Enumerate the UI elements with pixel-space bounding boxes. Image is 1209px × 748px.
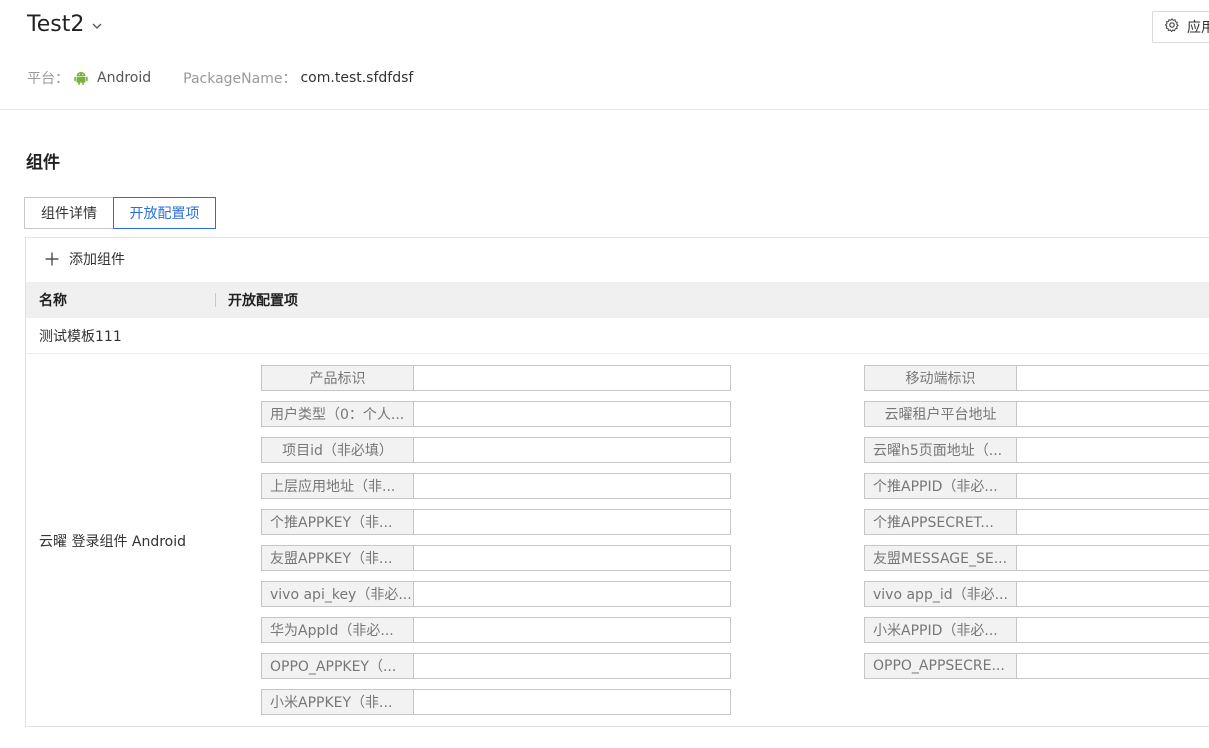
table-row: 测试模板111 (26, 318, 1209, 354)
config-field-label: 云曜h5页面地址（... (864, 437, 1017, 463)
gear-icon (1164, 17, 1179, 36)
config-field-input[interactable] (414, 509, 731, 535)
config-field-label: 产品标识 (261, 365, 414, 391)
package-label: PackageName： (183, 71, 297, 87)
config-field-label: 个推APPSECRET... (864, 509, 1017, 535)
config-field-label: OPPO_APPKEY（... (261, 653, 414, 679)
config-field-label: 项目id（非必填） (261, 437, 414, 463)
config-field: 小米APPID（非必... (864, 617, 1209, 643)
chevron-down-icon (92, 18, 102, 32)
config-field-label: 上层应用地址（非... (261, 473, 414, 499)
config-field-label: 个推APPID（非必... (864, 473, 1017, 499)
config-field-label: 华为AppId（非必... (261, 617, 414, 643)
config-field-input[interactable] (414, 437, 731, 463)
platform-value: Android (97, 70, 152, 86)
config-field: OPPO_APPSECRE... (864, 653, 1209, 679)
app-settings-button[interactable]: 应用 (1152, 11, 1209, 43)
row-name: 云曜 登录组件 Android (39, 534, 187, 550)
config-field: 个推APPID（非必... (864, 473, 1209, 499)
config-field-input[interactable] (414, 653, 731, 679)
config-field-input[interactable] (414, 365, 731, 391)
config-field-input[interactable] (1017, 473, 1209, 499)
config-field: 移动端标识 (864, 365, 1209, 391)
config-field-input[interactable] (414, 545, 731, 571)
config-field: 友盟APPKEY（非... (261, 545, 731, 571)
config-field-label: 小米APPKEY（非... (261, 689, 414, 715)
app-selector[interactable]: Test2 (27, 12, 102, 37)
section-title: 组件 (26, 153, 60, 173)
tab-bar: 组件详情 开放配置项 (24, 197, 216, 229)
config-field: 云曜租户平台地址 (864, 401, 1209, 427)
platform-label: 平台： (27, 71, 69, 87)
config-field: 个推APPKEY（非... (261, 509, 731, 535)
config-field: 上层应用地址（非... (261, 473, 731, 499)
config-field: 小米APPKEY（非... (261, 689, 731, 715)
config-field: 云曜h5页面地址（... (864, 437, 1209, 463)
tab-open-config[interactable]: 开放配置项 (113, 197, 216, 229)
config-field-label: 云曜租户平台地址 (864, 401, 1017, 427)
config-field-input[interactable] (414, 473, 731, 499)
package-value: com.test.sfdfdsf (300, 70, 414, 86)
config-field-label: 个推APPKEY（非... (261, 509, 414, 535)
app-title: Test2 (27, 12, 85, 37)
config-field: 华为AppId（非必... (261, 617, 731, 643)
config-field-label: vivo api_key（非必... (261, 581, 414, 607)
column-header-config: 开放配置项 (228, 293, 298, 309)
component-panel: 添加组件 名称 开放配置项 测试模板111 云曜 登录组件 Android 产品… (25, 237, 1209, 727)
config-field: 友盟MESSAGE_SE... (864, 545, 1209, 571)
config-field: 项目id（非必填） (261, 437, 731, 463)
config-field-label: 用户类型（0：个人... (261, 401, 414, 427)
settings-label: 应用 (1187, 20, 1209, 36)
config-field-label: 移动端标识 (864, 365, 1017, 391)
column-header-name: 名称 (39, 293, 67, 309)
config-field-input[interactable] (1017, 545, 1209, 571)
android-icon (73, 70, 89, 86)
config-field-input[interactable] (1017, 617, 1209, 643)
plus-icon (45, 249, 59, 269)
app-header: Test2 应用 平台： Android PackageName： com.te… (0, 0, 1209, 110)
config-field: 产品标识 (261, 365, 731, 391)
config-field-input[interactable] (1017, 581, 1209, 607)
config-field-label: 友盟APPKEY（非... (261, 545, 414, 571)
add-component-button[interactable]: 添加组件 (45, 248, 125, 270)
config-field-input[interactable] (1017, 653, 1209, 679)
config-field: 个推APPSECRET... (864, 509, 1209, 535)
config-field: 用户类型（0：个人... (261, 401, 731, 427)
config-field-label: 小米APPID（非必... (864, 617, 1017, 643)
app-meta: 平台： Android PackageName： com.test.sfdfds… (27, 68, 413, 88)
config-field-input[interactable] (414, 401, 731, 427)
tab-component-details[interactable]: 组件详情 (24, 197, 114, 229)
column-divider[interactable] (215, 293, 216, 307)
config-field-input[interactable] (414, 689, 731, 715)
row-name: 测试模板111 (39, 328, 122, 345)
config-field: vivo api_key（非必... (261, 581, 731, 607)
config-field-input[interactable] (1017, 401, 1209, 427)
config-field-label: vivo app_id（非必... (864, 581, 1017, 607)
config-field-input[interactable] (414, 581, 731, 607)
config-field: vivo app_id（非必... (864, 581, 1209, 607)
config-field-label: OPPO_APPSECRE... (864, 653, 1017, 679)
config-field-input[interactable] (1017, 509, 1209, 535)
config-field: OPPO_APPKEY（... (261, 653, 731, 679)
config-field-input[interactable] (414, 617, 731, 643)
add-component-label: 添加组件 (69, 252, 125, 268)
table-header: 名称 开放配置项 (26, 282, 1209, 318)
config-field-label: 友盟MESSAGE_SE... (864, 545, 1017, 571)
config-field-input[interactable] (1017, 365, 1209, 391)
config-field-input[interactable] (1017, 437, 1209, 463)
